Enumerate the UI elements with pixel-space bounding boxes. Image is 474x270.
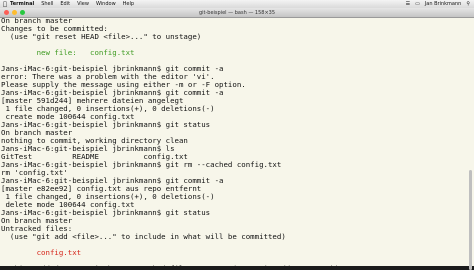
menu-window[interactable]: Window [96, 1, 116, 7]
minimize-button[interactable] [12, 10, 17, 15]
window-titlebar[interactable]: git-beispiel — bash — 158×35 [0, 8, 474, 18]
terminal-line: config.txt [1, 248, 82, 257]
menu-terminal[interactable]: Terminal [10, 1, 34, 7]
search-icon[interactable]: ⚲ [466, 1, 470, 7]
window-controls [4, 10, 28, 15]
menu-bar:  Terminal Shell Edit View Window Help ☰… [0, 0, 474, 8]
scrollbar-thumb[interactable] [469, 170, 472, 270]
window-title: git-beispiel — bash — 158×35 [198, 9, 276, 16]
wifi-icon[interactable]: ☰ [406, 1, 410, 7]
menu-help[interactable]: Help [123, 1, 134, 7]
terminal-line: (use "git add <file>..." to include in w… [1, 232, 286, 241]
terminal-line: (use "git reset HEAD <file>..." to unsta… [1, 32, 202, 41]
terminal-output[interactable]: On branch master Changes to be committed:… [0, 18, 474, 266]
terminal-line: new file: config.txt [1, 48, 135, 57]
menu-view[interactable]: View [77, 1, 89, 7]
user-name[interactable]: Jan Brinkmann [425, 1, 462, 7]
menu-edit[interactable]: Edit [60, 1, 70, 7]
menu-shell[interactable]: Shell [41, 1, 53, 7]
close-button[interactable] [4, 10, 9, 15]
menu-extras: ☰ ▭ Jan Brinkmann ⚲ [401, 1, 470, 7]
apple-menu-icon[interactable]:  [0, 1, 10, 8]
scrollbar[interactable] [469, 20, 473, 270]
battery-icon[interactable]: ▭ [415, 1, 420, 7]
zoom-button[interactable] [20, 10, 25, 15]
